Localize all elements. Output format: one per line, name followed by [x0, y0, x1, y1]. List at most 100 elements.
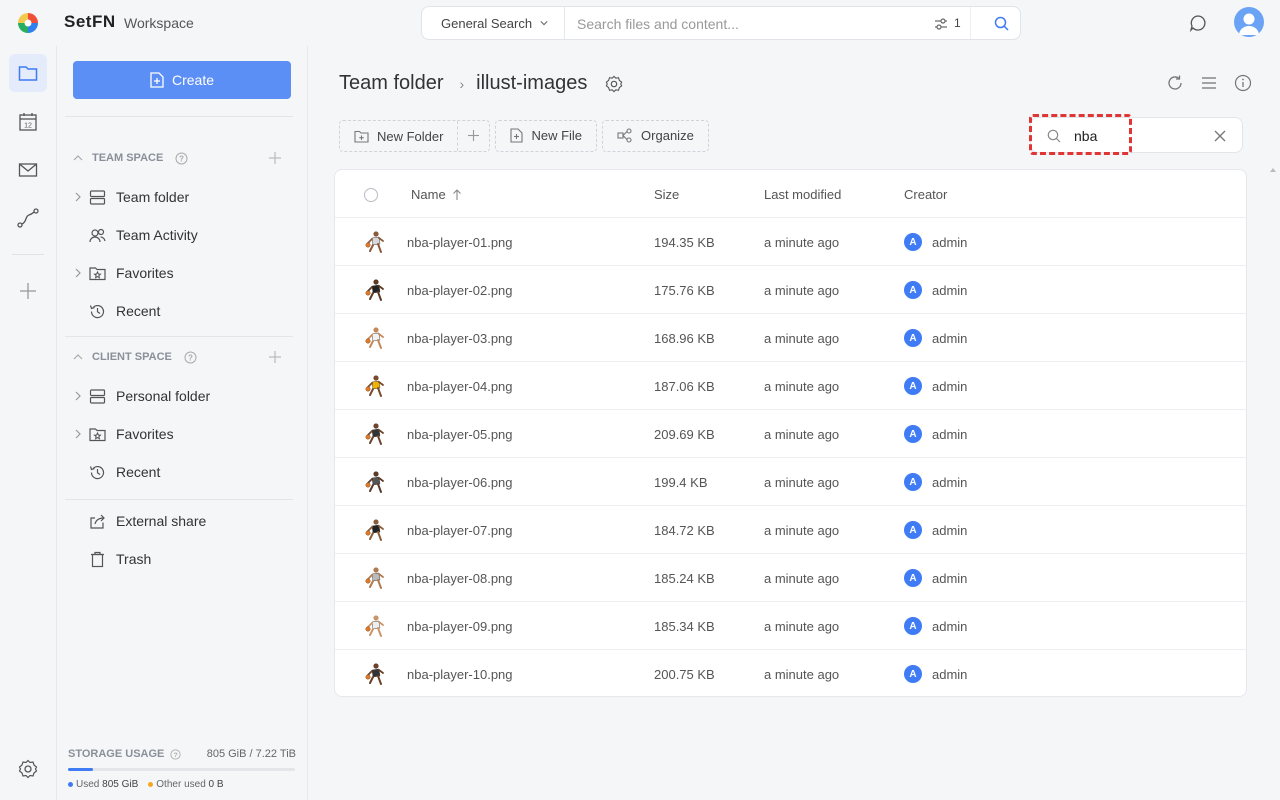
close-icon[interactable]	[1214, 130, 1226, 142]
table-row[interactable]: nba-player-06.png 199.4 KB a minute ago Aad…	[335, 458, 1246, 506]
file-name[interactable]: nba-player-08.png	[407, 571, 513, 586]
storage-legend: Used 805 GiB Other used 0 B	[68, 779, 296, 790]
rail-calendar[interactable]: 12	[9, 103, 47, 141]
storage-bar	[68, 768, 295, 771]
mail-icon	[18, 163, 38, 177]
sidebar-item-recent[interactable]: Recent	[73, 295, 291, 327]
creator-name: admin	[932, 571, 968, 586]
new-file-button[interactable]: New File	[495, 119, 598, 152]
file-name[interactable]: nba-player-05.png	[407, 427, 513, 442]
sidebar-item-team-activity[interactable]: Team Activity	[73, 219, 291, 251]
new-folder-more-button[interactable]	[457, 120, 489, 151]
info-icon[interactable]	[1234, 74, 1252, 92]
column-last-modified[interactable]: Last modified	[764, 187, 841, 202]
sidebar-item-favorites[interactable]: Favorites	[73, 418, 291, 450]
file-modified: a minute ago	[764, 235, 840, 250]
rail-add[interactable]	[9, 272, 47, 310]
creator-name: admin	[932, 235, 968, 250]
table-row[interactable]: nba-player-03.png 168.96 KB a minute ago Aa…	[335, 314, 1246, 362]
help-icon[interactable]: ?	[175, 152, 188, 165]
table-row[interactable]: nba-player-10.png 200.75 KB a minute ago Aa…	[335, 650, 1246, 696]
file-name[interactable]: nba-player-02.png	[407, 283, 513, 298]
global-search: General Search 1	[421, 6, 1021, 40]
refresh-icon[interactable]	[1166, 74, 1184, 92]
column-creator[interactable]: Creator	[904, 187, 947, 202]
chevron-right-icon[interactable]	[73, 429, 83, 439]
sidebar-item-team-folder[interactable]: Team folder	[73, 181, 291, 213]
search-input[interactable]	[577, 14, 917, 34]
sidebar-item-external-share[interactable]: External share	[73, 505, 291, 537]
sidebar-item-label: Favorites	[116, 426, 174, 442]
search-button[interactable]	[982, 7, 1020, 39]
table-row[interactable]: nba-player-04.png 187.06 KB a minute ago Aa…	[335, 362, 1246, 410]
search-scope-dropdown[interactable]: General Search	[422, 7, 565, 39]
creator-avatar: A	[904, 329, 922, 347]
file-modified: a minute ago	[764, 283, 840, 298]
create-button[interactable]: Create	[73, 61, 291, 99]
file-name[interactable]: nba-player-09.png	[407, 619, 513, 634]
table-row[interactable]: nba-player-02.png 175.76 KB a minute ago Aa…	[335, 266, 1246, 314]
app-window: SetFN Workspace General Search 1	[0, 0, 1280, 800]
sidebar-item-personal-folder[interactable]: Personal folder	[73, 380, 291, 412]
new-folder-button[interactable]: New Folder	[340, 121, 457, 153]
table-row[interactable]: nba-player-01.png 194.35 KB a minute ago Aa…	[335, 218, 1246, 266]
team-space-header[interactable]: TEAM SPACE ?	[73, 148, 291, 168]
filter-input[interactable]	[1074, 127, 1194, 145]
table-row[interactable]: nba-player-07.png 184.72 KB a minute ago Aa…	[335, 506, 1246, 554]
chevron-right-icon[interactable]	[73, 192, 83, 202]
creator-avatar: A	[904, 569, 922, 587]
list-view-icon[interactable]	[1200, 74, 1218, 92]
divider	[970, 7, 971, 39]
organize-button[interactable]: Organize	[602, 119, 709, 152]
file-name[interactable]: nba-player-06.png	[407, 475, 513, 490]
sidebar-item-trash[interactable]: Trash	[73, 543, 291, 575]
sidebar-item-recent[interactable]: Recent	[73, 456, 291, 488]
file-name[interactable]: nba-player-10.png	[407, 667, 513, 682]
file-modified: a minute ago	[764, 475, 840, 490]
help-icon[interactable]: ?	[170, 748, 181, 760]
rail-workflow[interactable]	[9, 199, 47, 237]
column-size[interactable]: Size	[654, 187, 679, 202]
folder-plus-icon	[354, 130, 369, 143]
file-name[interactable]: nba-player-07.png	[407, 523, 513, 538]
add-client-space-icon[interactable]	[269, 351, 281, 363]
sidebar-item-favorites[interactable]: Favorites	[73, 257, 291, 289]
table-row[interactable]: nba-player-05.png 209.69 KB a minute ago Aa…	[335, 410, 1246, 458]
folder-icon	[18, 66, 38, 81]
file-modified: a minute ago	[764, 667, 840, 682]
breadcrumb-team-folder[interactable]: Team folder	[339, 72, 444, 95]
player-image-icon	[365, 423, 384, 445]
app-logo-icon	[18, 13, 38, 33]
file-modified: a minute ago	[764, 619, 840, 634]
file-name[interactable]: nba-player-01.png	[407, 235, 513, 250]
help-icon[interactable]: ?	[184, 351, 197, 364]
sliders-icon[interactable]	[934, 17, 948, 31]
client-space-header[interactable]: CLIENT SPACE ?	[73, 347, 291, 367]
add-team-space-icon[interactable]	[269, 152, 281, 164]
user-avatar[interactable]	[1234, 7, 1264, 37]
chevron-right-icon[interactable]	[73, 391, 83, 401]
select-all-checkbox[interactable]	[364, 188, 378, 202]
sidebar-item-label: Team folder	[116, 189, 190, 205]
folder-settings-icon[interactable]	[605, 75, 623, 93]
rail-mail[interactable]	[9, 151, 47, 189]
breadcrumb: Team folder › illust-images	[339, 72, 623, 95]
team-space-title: TEAM SPACE	[92, 152, 164, 164]
file-name[interactable]: nba-player-04.png	[407, 379, 513, 394]
table-row[interactable]: nba-player-09.png 185.34 KB a minute ago Aa…	[335, 602, 1246, 650]
table-row[interactable]: nba-player-08.png 185.24 KB a minute ago Aa…	[335, 554, 1246, 602]
column-name[interactable]: Name	[411, 187, 462, 202]
storage-value: 805 GiB / 7.22 TiB	[206, 748, 296, 760]
rail-files[interactable]	[9, 54, 47, 92]
chevron-right-icon[interactable]	[73, 268, 83, 278]
gear-icon[interactable]	[18, 759, 38, 779]
chat-icon[interactable]	[1189, 14, 1207, 32]
scroll-up-arrow-icon[interactable]	[1269, 166, 1277, 174]
brand-name: SetFN	[64, 12, 116, 31]
creator-name: admin	[932, 667, 968, 682]
player-image-icon	[365, 663, 384, 685]
file-size: 209.69 KB	[654, 427, 715, 442]
creator-name: admin	[932, 619, 968, 634]
main-content: Team folder › illust-images New Folder N…	[309, 46, 1280, 800]
file-name[interactable]: nba-player-03.png	[407, 331, 513, 346]
